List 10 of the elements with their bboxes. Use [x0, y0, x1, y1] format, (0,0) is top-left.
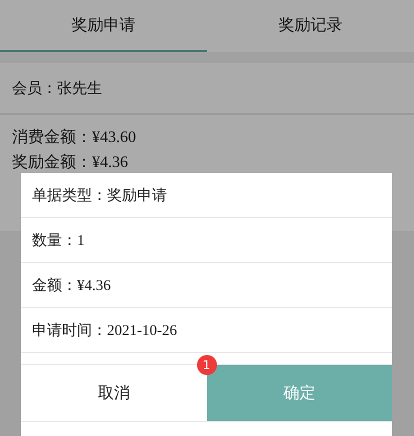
tab[interactable]: 奖励记录: [207, 0, 414, 52]
tab[interactable]: 奖励申请: [0, 0, 207, 52]
count-badge: 1: [196, 355, 216, 375]
dialog-row: 单据类型：奖励申请: [21, 173, 392, 218]
detail-line: 消费金额：¥43.60: [12, 128, 137, 148]
member-name: 会员：张先生: [0, 63, 414, 115]
dialog-row: 金额：¥4.36: [21, 263, 392, 308]
detail-line: 奖励金额：¥4.36: [12, 152, 129, 173]
dialog-row: 申请时间：2021-10-26: [21, 308, 392, 353]
dialog-row: 数量：1: [21, 218, 392, 263]
